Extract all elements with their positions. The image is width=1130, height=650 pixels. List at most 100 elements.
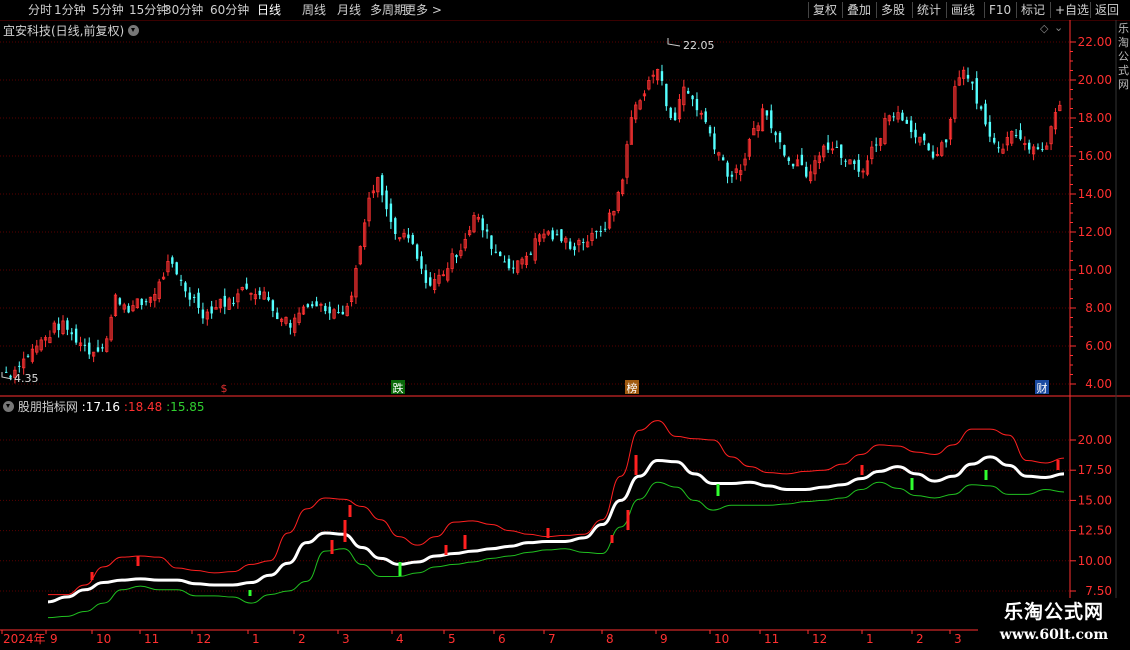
- indicator-tick-label: 10.00: [1078, 554, 1112, 568]
- candle-body: [669, 107, 672, 119]
- candle-body: [905, 119, 908, 124]
- event-marker-text: 榜: [627, 381, 638, 395]
- time-axis-label: 9: [50, 632, 58, 646]
- candle-body: [424, 270, 428, 283]
- candle-body: [687, 90, 690, 94]
- candle-body: [96, 347, 100, 352]
- candle-body: [835, 146, 839, 148]
- time-axis-label: 1: [252, 632, 260, 646]
- candle-body: [420, 256, 423, 269]
- candle-body: [311, 304, 314, 307]
- candle-body: [704, 111, 707, 123]
- candle-body: [568, 241, 572, 249]
- candle-body: [394, 218, 397, 235]
- candle-body: [258, 290, 261, 296]
- time-axis-label: 12: [196, 632, 211, 646]
- candle-body: [1019, 130, 1022, 140]
- event-marker-text: $: [221, 382, 228, 395]
- candle-body: [127, 305, 130, 313]
- candle-body: [70, 332, 73, 335]
- candle-body: [1028, 142, 1031, 150]
- candle-body: [551, 230, 554, 240]
- candle-body: [245, 283, 248, 289]
- candle-body: [1014, 135, 1018, 137]
- event-marker-1: 跌: [391, 380, 405, 395]
- y-tick-label: 20.00: [1078, 73, 1112, 87]
- candle-body: [271, 300, 275, 311]
- candle-body: [979, 106, 983, 109]
- event-marker-text: 跌: [393, 381, 404, 395]
- time-axis-label: 6: [498, 632, 506, 646]
- candle-body: [485, 229, 489, 232]
- candle-body: [778, 132, 782, 143]
- candle-body: [171, 257, 174, 264]
- chart-area[interactable]: 22.00 20.00 18.00 1 6.00 14.00 12.00 10.00 8.00 6…: [0, 0, 1130, 650]
- candle-body: [708, 126, 712, 134]
- candle-body: [4, 371, 8, 373]
- indicator-tick-label: 12.50: [1078, 524, 1112, 538]
- candle-body: [267, 297, 270, 301]
- low-price-label: 4.35: [14, 372, 39, 385]
- candle-body: [18, 365, 21, 367]
- high-price-label: 22.05: [683, 39, 715, 52]
- lower-band-line: [47, 481, 1065, 619]
- indicator-tick-label: 17.50: [1078, 463, 1112, 477]
- candle-body: [389, 203, 393, 222]
- candle-body: [415, 244, 419, 259]
- time-axis-label: 11: [764, 632, 779, 646]
- candle-body: [118, 298, 122, 305]
- candle-body: [691, 95, 694, 100]
- candle-body: [800, 154, 804, 166]
- candle-body: [337, 311, 340, 314]
- y-tick-label: 18.00: [1078, 111, 1112, 125]
- candle-body: [144, 301, 148, 303]
- candle-body: [595, 230, 598, 232]
- time-axis-label: 10: [96, 632, 111, 646]
- candle-body: [385, 190, 388, 210]
- y-tick-label: 12.00: [1078, 225, 1112, 239]
- time-axis-label: 11: [144, 632, 159, 646]
- candle-body: [840, 144, 843, 158]
- candle-body: [101, 347, 104, 349]
- candle-body: [289, 323, 292, 328]
- candle-body: [175, 262, 178, 275]
- candle-body: [603, 228, 607, 230]
- candle-body: [721, 157, 725, 161]
- candle-body: [826, 142, 830, 150]
- y-tick-label: 6.00: [1085, 339, 1112, 353]
- y-tick-label: 22.00: [1078, 35, 1112, 49]
- y-tick-label: 8.00: [1085, 301, 1112, 315]
- candle-body: [210, 306, 213, 314]
- candle-body: [765, 110, 769, 116]
- candle-body: [276, 312, 279, 320]
- candle-body: [993, 137, 996, 143]
- candle-body: [499, 251, 502, 257]
- time-axis-label: 1: [866, 632, 874, 646]
- y-tick-label: 14.00: [1078, 187, 1112, 201]
- candle-body: [192, 296, 196, 298]
- candle-body: [188, 292, 192, 300]
- candle-body: [909, 120, 913, 133]
- candle-body: [83, 344, 87, 346]
- event-marker-2: 榜: [625, 380, 639, 395]
- candle-body: [324, 305, 327, 312]
- candle-body: [874, 144, 878, 146]
- candle-body: [901, 112, 904, 121]
- candle-body: [184, 282, 187, 292]
- time-axis-label: 2: [916, 632, 924, 646]
- candle-body: [1041, 149, 1044, 151]
- candle-body: [805, 166, 808, 177]
- candle-body: [599, 230, 602, 232]
- candle-body: [140, 298, 143, 306]
- upper-band-line: [48, 420, 1065, 596]
- candle-body: [975, 78, 978, 104]
- time-axis-label: 9: [660, 632, 668, 646]
- candle-body: [507, 258, 511, 269]
- time-axis-label: 7: [548, 632, 556, 646]
- candle-body: [857, 159, 860, 172]
- candle-body: [341, 311, 345, 315]
- candle-body: [923, 133, 926, 141]
- candle-body: [914, 129, 917, 138]
- indicator-tick-label: 20.00: [1078, 433, 1112, 447]
- candle-body: [730, 174, 734, 177]
